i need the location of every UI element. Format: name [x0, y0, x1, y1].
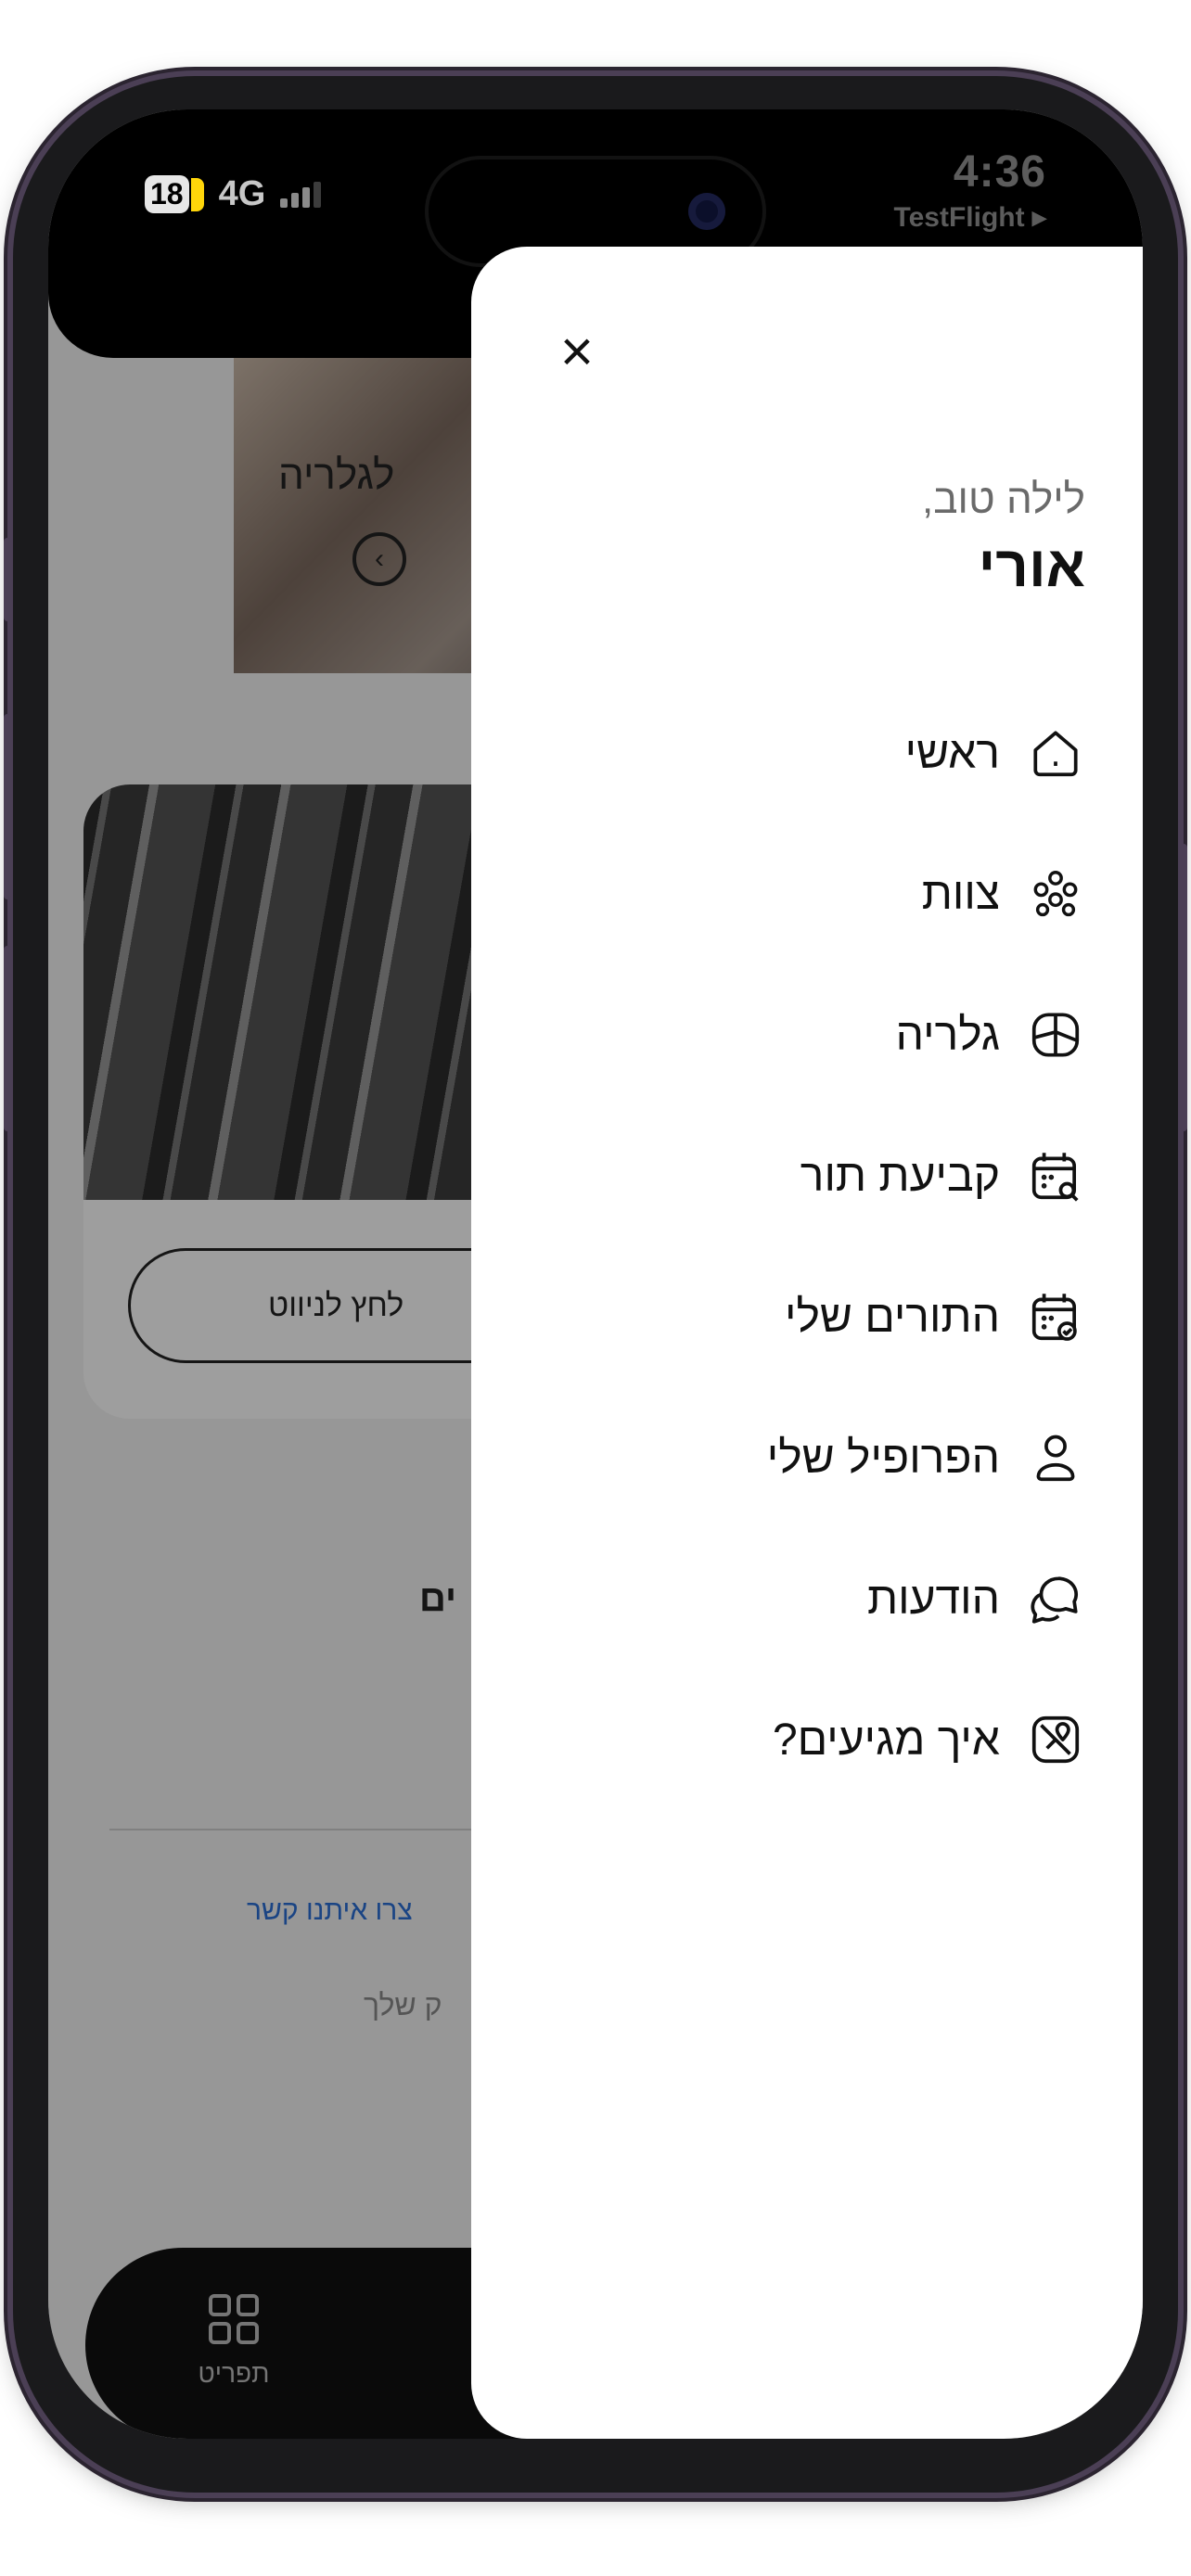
home-icon	[1026, 723, 1085, 783]
messages-icon	[1026, 1569, 1085, 1628]
menu-item-label: הודעות	[866, 1574, 1000, 1624]
power-button	[1180, 844, 1187, 1131]
close-icon[interactable]: ×	[551, 324, 603, 381]
menu-item-messages[interactable]: הודעות	[529, 1528, 1085, 1669]
greeting: לילה טוב,	[922, 477, 1085, 522]
back-to-app[interactable]: TestFlight ▸	[894, 201, 1047, 234]
network-label: 4G	[218, 174, 266, 213]
gallery-icon	[1026, 1005, 1085, 1065]
menu-item-label: הפרופיל שלי	[766, 1433, 1000, 1483]
clock: 4:36	[953, 147, 1046, 197]
side-drawer: × לילה טוב, אורי ראשי צוות גלריה קביעת ת…	[471, 247, 1143, 2439]
user-name: אורי	[978, 535, 1085, 599]
menu-item-label: צוות	[921, 869, 1000, 919]
camera-icon	[688, 193, 725, 230]
menu-item-label: קביעת תור	[800, 1151, 1000, 1201]
map-icon	[1026, 1710, 1085, 1769]
menu-item-my-appointments[interactable]: התורים שלי	[529, 1246, 1085, 1387]
status-right: 4:36 TestFlight ▸	[894, 147, 1047, 234]
menu-item-label: איך מגיעים?	[772, 1715, 1000, 1765]
calendar-check-icon	[1026, 1287, 1085, 1346]
profile-icon	[1026, 1428, 1085, 1487]
menu-item-book-appointment[interactable]: קביעת תור	[529, 1105, 1085, 1246]
menu-item-directions[interactable]: איך מגיעים?	[529, 1669, 1085, 1810]
battery-indicator: 18	[145, 175, 204, 213]
signal-icon	[280, 181, 322, 208]
battery-level: 18	[145, 175, 189, 213]
volume-down-button	[4, 946, 11, 1131]
screen: לגלריה ‹ לחץ לניווט ים צרו איתנו קשר ק ש…	[48, 109, 1143, 2439]
menu-item-label: גלריה	[895, 1010, 1000, 1060]
menu-item-team[interactable]: צוות	[529, 823, 1085, 964]
volume-up-button	[4, 714, 11, 899]
menu-item-label: ראשי	[904, 728, 1000, 778]
menu-item-home[interactable]: ראשי	[529, 682, 1085, 823]
menu-item-label: התורים שלי	[784, 1292, 1000, 1342]
menu-item-my-profile[interactable]: הפרופיל שלי	[529, 1387, 1085, 1528]
menu-item-gallery[interactable]: גלריה	[529, 964, 1085, 1105]
silent-switch	[4, 538, 11, 621]
drawer-menu: ראשי צוות גלריה קביעת תור התורים שלי הפר…	[529, 682, 1085, 1810]
calendar-search-icon	[1026, 1146, 1085, 1205]
team-icon	[1026, 864, 1085, 924]
status-left: 18 4G	[145, 174, 322, 214]
